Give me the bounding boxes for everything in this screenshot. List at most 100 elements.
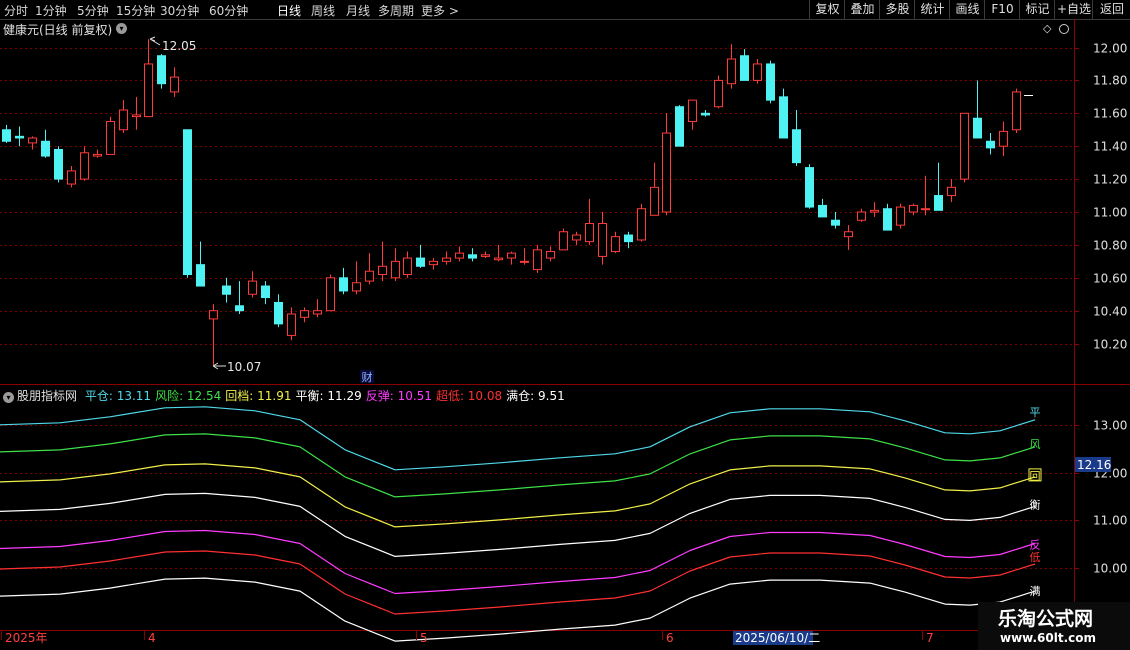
candle[interactable] — [378, 241, 387, 282]
candle[interactable] — [183, 129, 192, 278]
candle[interactable] — [119, 100, 128, 134]
candle[interactable] — [831, 212, 840, 229]
candle[interactable] — [883, 203, 892, 231]
indicator-value-6: 满仓: 9.51 — [506, 389, 565, 403]
candle[interactable] — [766, 60, 775, 104]
price-tick-label: 11.80 — [1093, 74, 1127, 88]
price-chart[interactable]: 12.00 11.80 11.60 11.40 11.20 11.00 10.80 10.60… — [0, 0, 1130, 650]
candle-body — [921, 208, 930, 211]
candle[interactable] — [132, 96, 141, 130]
candle[interactable] — [973, 80, 982, 139]
candle[interactable] — [222, 277, 231, 303]
candle[interactable] — [41, 129, 50, 158]
candle[interactable] — [921, 175, 930, 216]
candle-body — [144, 63, 153, 118]
candle[interactable] — [416, 244, 425, 268]
candle[interactable] — [986, 133, 995, 155]
candle[interactable] — [714, 75, 723, 109]
candle[interactable] — [740, 49, 749, 81]
candle[interactable] — [1012, 88, 1021, 134]
indicator-dropdown-icon[interactable]: ▾ — [3, 392, 14, 403]
candle[interactable] — [455, 246, 464, 262]
high-arrow-icon — [149, 36, 161, 46]
candle[interactable] — [391, 248, 400, 282]
candle[interactable] — [15, 126, 24, 147]
candle[interactable] — [144, 39, 153, 118]
candle[interactable] — [688, 99, 697, 130]
candle-body — [701, 112, 710, 116]
high-price-label: 12.05 — [162, 39, 196, 53]
candle[interactable] — [818, 198, 827, 218]
candle[interactable] — [585, 198, 594, 245]
candle[interactable] — [533, 244, 542, 273]
candle[interactable] — [403, 251, 412, 278]
candle[interactable] — [106, 116, 115, 155]
candle[interactable] — [481, 251, 490, 259]
candle[interactable] — [598, 212, 607, 265]
candle[interactable] — [520, 248, 529, 265]
candle[interactable] — [494, 244, 503, 262]
candle[interactable] — [170, 67, 179, 97]
candle[interactable] — [727, 44, 736, 89]
candle[interactable] — [429, 258, 438, 270]
candle[interactable] — [650, 162, 659, 216]
candle[interactable] — [54, 146, 63, 183]
candle[interactable] — [701, 110, 710, 117]
candle[interactable] — [235, 281, 244, 314]
candle[interactable] — [559, 228, 568, 251]
candle-body — [947, 186, 956, 197]
candle[interactable] — [300, 307, 309, 323]
candle[interactable] — [196, 241, 205, 287]
candle[interactable] — [637, 203, 646, 242]
candle-body — [170, 76, 179, 93]
candle-body — [805, 167, 814, 208]
candle[interactable] — [339, 267, 348, 295]
candle[interactable] — [80, 146, 89, 181]
candle[interactable] — [326, 274, 335, 312]
candle-body — [41, 140, 50, 157]
candle[interactable] — [947, 179, 956, 203]
candle[interactable] — [909, 203, 918, 216]
date-label-3: 6 — [666, 631, 674, 645]
candle[interactable] — [611, 231, 620, 254]
candle-body — [248, 280, 257, 295]
candle[interactable] — [93, 149, 102, 158]
indicator-line-0 — [0, 406, 1036, 471]
candle[interactable] — [2, 124, 11, 143]
candle[interactable] — [468, 248, 477, 262]
candle[interactable] — [662, 113, 671, 216]
candle[interactable] — [753, 59, 762, 84]
candle[interactable] — [365, 253, 374, 285]
candle-body — [442, 257, 451, 262]
candle[interactable] — [934, 162, 943, 211]
candle[interactable] — [442, 251, 451, 265]
candle[interactable] — [313, 299, 322, 318]
candle[interactable] — [287, 307, 296, 341]
candle[interactable] — [792, 110, 801, 166]
candle-body — [261, 285, 270, 299]
candle[interactable] — [274, 294, 283, 328]
candle[interactable] — [209, 304, 218, 365]
candle-body — [637, 208, 646, 241]
candle[interactable] — [546, 246, 555, 262]
candle[interactable] — [67, 165, 76, 188]
candle[interactable] — [999, 121, 1008, 157]
candle[interactable] — [779, 88, 788, 139]
candle[interactable] — [352, 261, 361, 295]
candle[interactable] — [572, 231, 581, 245]
candle[interactable] — [870, 202, 879, 217]
candle[interactable] — [896, 203, 905, 229]
candle[interactable] — [261, 281, 270, 305]
candle[interactable] — [248, 271, 257, 298]
candle[interactable] — [28, 136, 37, 150]
candle[interactable] — [857, 208, 866, 222]
candle[interactable] — [805, 164, 814, 209]
candle[interactable] — [157, 54, 166, 89]
indicator-line-4 — [0, 529, 1036, 595]
indicator-name: 股朋指标网 — [17, 389, 78, 403]
candle[interactable] — [844, 225, 853, 250]
candle-body — [2, 129, 11, 142]
candle[interactable] — [960, 112, 969, 183]
candle[interactable] — [507, 251, 516, 265]
candle[interactable] — [675, 105, 684, 147]
